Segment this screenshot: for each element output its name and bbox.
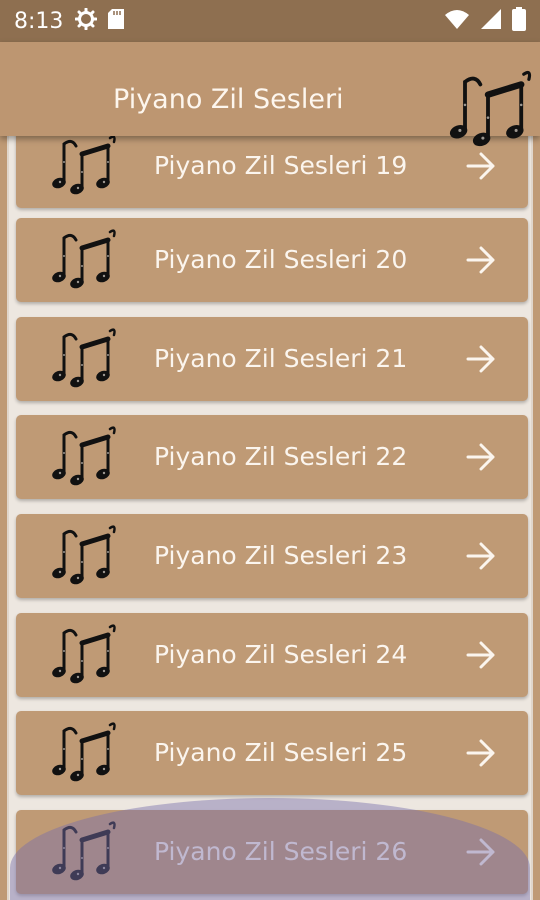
- music-notes-icon: [46, 522, 118, 590]
- list-item-label: Piyano Zil Sesleri 24: [154, 640, 408, 669]
- list-item[interactable]: Piyano Zil Sesleri 24: [16, 613, 528, 697]
- music-notes-icon: [46, 136, 118, 200]
- app-title: Piyano Zil Sesleri: [113, 84, 344, 115]
- list-item-label: Piyano Zil Sesleri 23: [154, 541, 408, 570]
- arrow-right-icon: [466, 345, 496, 373]
- battery-icon: [512, 6, 526, 36]
- status-bar: 8:13: [0, 0, 540, 42]
- arrow-right-icon: [466, 641, 496, 669]
- ringtone-list[interactable]: Piyano Zil Sesleri 19 Piyano Zil Sesleri…: [7, 136, 533, 900]
- wifi-icon: [444, 8, 470, 35]
- list-item[interactable]: Piyano Zil Sesleri 25: [16, 711, 528, 795]
- sd-card-icon: [107, 8, 125, 35]
- music-notes-logo-icon: [442, 64, 534, 156]
- music-notes-icon: [46, 621, 118, 689]
- music-notes-icon: [46, 423, 118, 491]
- gear-icon: [74, 7, 98, 35]
- list-item-label: Piyano Zil Sesleri 25: [154, 738, 408, 767]
- list-item-label: Piyano Zil Sesleri 20: [154, 245, 408, 274]
- signal-icon: [480, 8, 502, 35]
- arrow-right-icon: [466, 443, 496, 471]
- arrow-right-icon: [466, 246, 496, 274]
- arrow-right-icon: [466, 739, 496, 767]
- music-notes-icon: [46, 325, 118, 393]
- list-item-label: Piyano Zil Sesleri 21: [154, 344, 408, 373]
- music-notes-icon: [46, 719, 118, 787]
- list-item[interactable]: Piyano Zil Sesleri 20: [16, 218, 528, 302]
- music-notes-icon: [46, 226, 118, 294]
- app-bar: Piyano Zil Sesleri: [0, 42, 540, 136]
- arrow-right-icon: [466, 152, 496, 180]
- list-item-label: Piyano Zil Sesleri 22: [154, 442, 408, 471]
- list-item[interactable]: Piyano Zil Sesleri 22: [16, 415, 528, 499]
- list-item-label: Piyano Zil Sesleri 19: [154, 151, 408, 180]
- list-item[interactable]: Piyano Zil Sesleri 23: [16, 514, 528, 598]
- list-item[interactable]: Piyano Zil Sesleri 21: [16, 317, 528, 401]
- status-time: 8:13: [14, 8, 64, 34]
- arrow-right-icon: [466, 542, 496, 570]
